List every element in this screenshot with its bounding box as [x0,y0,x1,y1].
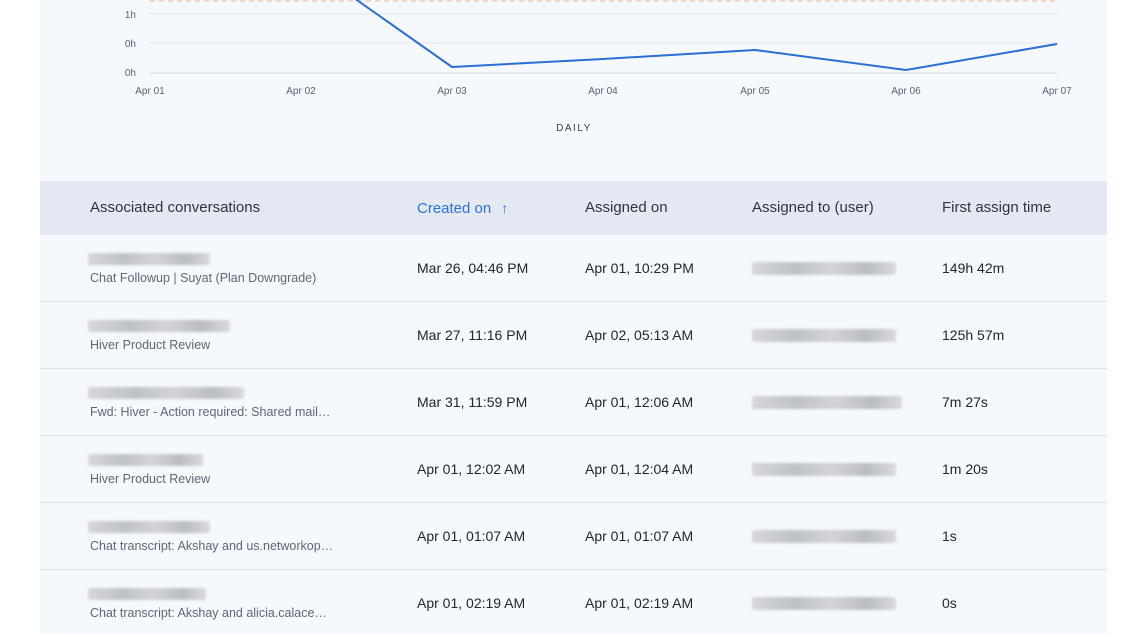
x-tick-label: Apr 01 [135,86,165,97]
redacted-email [88,454,203,466]
created-on-value: Apr 01, 01:07 AM [417,528,526,544]
first-assign-time-value: 125h 57m [942,327,1005,343]
conversation-subject[interactable]: Fwd: Hiver - Action required: Shared mai… [90,405,340,419]
x-tick-label: Apr 07 [1042,86,1072,97]
redacted-email [88,253,210,265]
assigned-on-value: Apr 01, 12:06 AM [585,394,694,410]
series-line [355,0,1058,71]
assigned-on-value: Apr 02, 05:13 AM [585,327,694,343]
y-tick-label: 0h [125,68,136,79]
x-tick-label: Apr 04 [588,86,618,97]
table-header: Associated conversations Created on ↑ Ass… [40,181,1107,235]
report-panel: 1h 0h 0h Apr 01 Apr 02 Apr 03 Apr 04 Apr… [40,0,1107,634]
redacted-email [88,320,230,332]
redacted-email [88,521,210,533]
redacted-user [752,463,896,476]
assigned-on-value: Apr 01, 10:29 PM [585,260,694,276]
created-on-value: Apr 01, 02:19 AM [417,595,526,611]
created-on-value: Mar 26, 04:46 PM [417,260,529,276]
conversation-subject[interactable]: Chat Followup | Suyat (Plan Downgrade) [90,271,340,285]
first-assign-time-value: 1m 20s [942,461,988,477]
table-row[interactable]: Chat transcript: Akshay and us.networkop… [40,503,1107,570]
header-created-on[interactable]: Created on ↑ [417,181,508,235]
x-tick-label: Apr 03 [437,86,467,97]
first-assign-time-value: 149h 42m [942,260,1005,276]
first-assign-time-value: 1s [942,528,957,544]
table-row[interactable]: Fwd: Hiver - Action required: Shared mai… [40,369,1107,436]
redacted-user [752,329,896,342]
first-assign-time-chart: 1h 0h 0h Apr 01 Apr 02 Apr 03 Apr 04 Apr… [40,0,1107,181]
created-on-value: Apr 01, 12:02 AM [417,461,526,477]
redacted-email [88,588,206,600]
redacted-user [752,262,896,275]
sort-ascending-icon: ↑ [501,200,509,216]
header-assigned-to-user: Assigned to (user) [752,199,874,216]
redacted-user [752,597,896,610]
y-tick-label: 1h [125,10,136,21]
created-on-value: Mar 27, 11:16 PM [417,327,528,343]
header-created-on-label: Created on [417,200,492,217]
x-tick-label: Apr 06 [891,86,921,97]
first-assign-time-value: 7m 27s [942,394,988,410]
table-row[interactable]: Chat Followup | Suyat (Plan Downgrade) M… [40,235,1107,302]
conversation-subject[interactable]: Hiver Product Review [90,338,340,352]
x-tick-label: Apr 05 [740,86,770,97]
assigned-on-value: Apr 01, 01:07 AM [585,528,694,544]
redacted-email [88,387,244,399]
redacted-user [752,396,902,409]
header-first-assign-time: First assign time [942,199,1052,216]
table-row[interactable]: Hiver Product Review Mar 27, 11:16 PM Ap… [40,302,1107,369]
first-assign-time-value: 0s [942,595,957,611]
header-associated-conversations: Associated conversations [90,199,261,216]
assigned-on-value: Apr 01, 02:19 AM [585,595,694,611]
header-assigned-on: Assigned on [585,199,668,216]
x-axis-title: DAILY [556,123,592,134]
x-tick-label: Apr 02 [286,86,316,97]
conversation-subject[interactable]: Chat transcript: Akshay and alicia.calac… [90,606,340,620]
conversation-subject[interactable]: Chat transcript: Akshay and us.networkop… [90,539,340,553]
table-row[interactable]: Chat transcript: Akshay and alicia.calac… [40,570,1107,637]
conversation-subject[interactable]: Hiver Product Review [90,472,340,486]
y-tick-label: 0h [125,39,136,50]
table-row[interactable]: Hiver Product Review Apr 01, 12:02 AM Ap… [40,436,1107,503]
redacted-user [752,530,896,543]
created-on-value: Mar 31, 11:59 PM [417,394,528,410]
assigned-on-value: Apr 01, 12:04 AM [585,461,694,477]
line-chart: 1h 0h 0h Apr 01 Apr 02 Apr 03 Apr 04 Apr… [125,0,1072,134]
